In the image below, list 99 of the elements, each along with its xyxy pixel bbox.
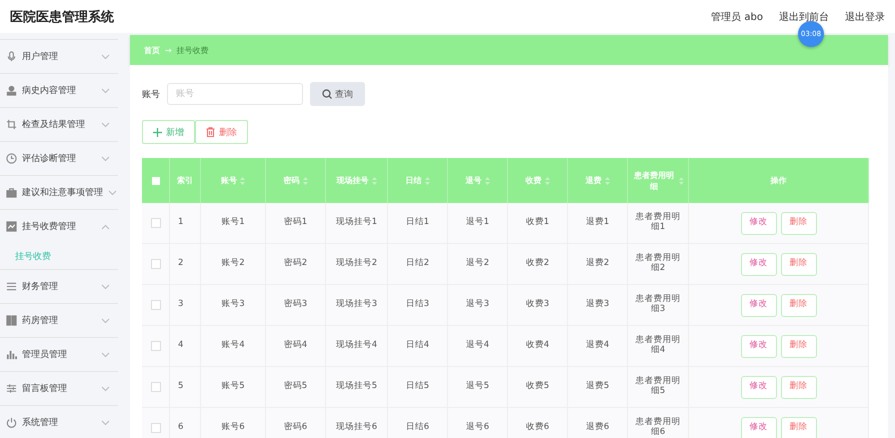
table-cell: 密码6 [284, 423, 308, 433]
sidebar-item[interactable]: 评估诊断管理 [0, 142, 118, 175]
table-cell: 账号5 [221, 382, 245, 392]
delete-button[interactable]: 删除 [780, 294, 816, 316]
table-cell: 账号3 [221, 300, 245, 310]
table-cell: 退号1 [466, 218, 490, 228]
table-cell: 日结3 [406, 300, 430, 310]
column-header: 索引 [177, 175, 193, 186]
table-cell: 日结5 [406, 382, 430, 392]
table-cell: 退号2 [466, 259, 490, 269]
sidebar-item[interactable]: 病史内容管理 [0, 74, 118, 107]
table-cell: 密码4 [284, 341, 308, 351]
table-cell: 收费6 [526, 423, 550, 433]
edit-button[interactable]: 修改 [740, 212, 776, 234]
table-cell-text: 患者费用明细2 [634, 254, 682, 274]
column-header: 操作 [770, 175, 786, 186]
table-cell: 现场挂号5 [336, 382, 378, 392]
table-cell: 日结2 [406, 259, 430, 269]
edit-button[interactable]: 修改 [740, 334, 776, 358]
table-cell: 1 [178, 218, 184, 228]
delete-button[interactable]: 删除 [780, 252, 816, 276]
sidebar-item[interactable]: 药房管理 [0, 304, 118, 337]
table-cell: 退费4 [586, 341, 610, 351]
sidebar-item[interactable]: 挂号收费管理 [0, 210, 118, 243]
column-header: 退号 [466, 175, 482, 186]
sidebar-item[interactable]: 用户管理 [0, 40, 118, 73]
table-cell: 退费2 [586, 259, 610, 269]
table-cell: 退费3 [586, 300, 610, 310]
table-cell: 密码3 [284, 300, 308, 310]
table-cell: 收费2 [526, 259, 550, 269]
table-cell: 日结4 [406, 341, 430, 351]
user-name: 管理员 abo [711, 10, 763, 24]
table-cell-text: 患者费用明细6 [634, 418, 682, 438]
column-header: 账号 [221, 175, 237, 186]
column-header: 日结 [406, 175, 422, 186]
sidebar-item[interactable]: 建议和注意事项管理 [0, 176, 118, 209]
table-cell: 密码5 [284, 382, 308, 392]
header-link[interactable]: 退出到前台 [779, 10, 829, 24]
table-cell: 现场挂号2 [336, 259, 378, 269]
table-cell: 退费1 [586, 218, 610, 228]
table-cell: 日结6 [406, 423, 430, 433]
table-cell: 退费5 [586, 382, 610, 392]
table-cell: 账号2 [221, 259, 245, 269]
table-cell: 现场挂号1 [336, 218, 378, 228]
search-button[interactable]: 查询 [310, 82, 365, 106]
table-cell: 账号1 [221, 218, 245, 228]
table-cell: 4 [178, 341, 184, 351]
table-cell: 日结1 [406, 218, 430, 228]
table-cell: 账号6 [221, 423, 245, 433]
column-header: 收费 [526, 175, 542, 186]
sidebar-item[interactable]: 财务管理 [0, 270, 118, 303]
breadcrumb-current: 挂号收费 [176, 44, 209, 56]
edit-button[interactable]: 修改 [740, 376, 776, 398]
column-header: 密码 [284, 175, 300, 186]
table-cell: 收费3 [526, 300, 550, 310]
table-cell: 退号5 [466, 382, 490, 392]
sidebar-item[interactable]: 管理员管理 [0, 338, 118, 371]
search-field[interactable]: 账号 [167, 83, 303, 105]
edit-button[interactable]: 修改 [740, 252, 776, 276]
table-cell: 退号4 [466, 341, 490, 351]
table-cell: 退号6 [466, 423, 490, 433]
delete-button[interactable]: 删除 [780, 334, 816, 358]
table-cell: 现场挂号4 [336, 341, 378, 351]
table-cell: 退号3 [466, 300, 490, 310]
edit-button[interactable]: 修改 [740, 294, 776, 316]
column-header: 退费 [586, 175, 602, 186]
app-title: 医院医患管理系统 [10, 8, 114, 26]
edit-button[interactable]: 修改 [740, 416, 776, 438]
table-cell: 3 [178, 300, 184, 310]
column-header: 患者费用明细 [632, 170, 676, 192]
sidebar-item[interactable]: 检查及结果管理 [0, 108, 118, 141]
delete-button[interactable]: 删除 [780, 212, 816, 234]
table-cell-text: 患者费用明细5 [634, 377, 682, 397]
table-cell: 账号4 [221, 341, 245, 351]
table-cell: 现场挂号3 [336, 300, 378, 310]
header-link[interactable]: 退出登录 [845, 10, 885, 24]
delete-button[interactable]: 删除 [780, 376, 816, 398]
table-cell-text: 患者费用明细4 [634, 336, 682, 356]
table-cell-text: 患者费用明细1 [634, 213, 682, 233]
add-button[interactable]: 新增 [142, 120, 195, 144]
table-cell: 现场挂号6 [336, 423, 378, 433]
delete-button[interactable]: 删除 [195, 120, 248, 144]
delete-button[interactable]: 删除 [780, 416, 816, 438]
sidebar-item[interactable]: 系统管理 [0, 406, 118, 438]
sidebar-item[interactable]: 留言板管理 [0, 372, 118, 405]
table-cell: 5 [178, 382, 184, 392]
table-cell: 收费4 [526, 341, 550, 351]
table-cell: 6 [178, 423, 184, 433]
table-cell: 2 [178, 259, 184, 269]
breadcrumb-separator: → [165, 46, 172, 54]
table-cell: 收费5 [526, 382, 550, 392]
table-cell: 收费1 [526, 218, 550, 228]
table-cell: 密码2 [284, 259, 308, 269]
table-cell: 密码1 [284, 218, 308, 228]
table-cell-text: 患者费用明细3 [634, 295, 682, 315]
column-header: 现场挂号 [336, 175, 368, 186]
sidebar-subitem[interactable]: 挂号收费 [0, 243, 51, 269]
table-cell: 退费6 [586, 423, 610, 433]
search-label: 账号 [142, 88, 160, 100]
